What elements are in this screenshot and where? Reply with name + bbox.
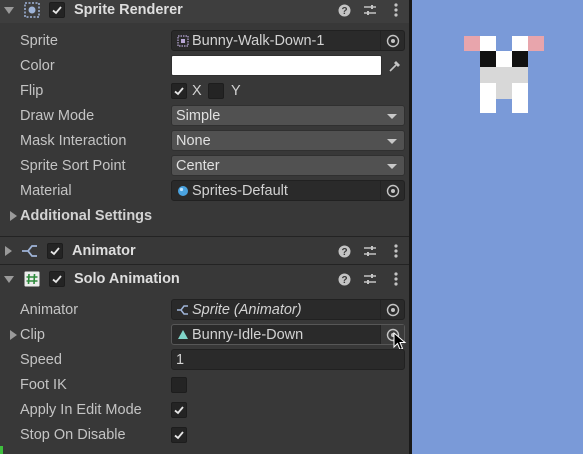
additional-settings-row[interactable]: Additional Settings (0, 203, 409, 228)
sprite-renderer-enabled-checkbox[interactable] (49, 2, 65, 18)
animator-title: Animator (72, 243, 136, 259)
sort-point-label: Sprite Sort Point (20, 157, 126, 174)
apply-edit-label: Apply In Edit Mode (20, 401, 142, 418)
object-picker-icon[interactable] (380, 31, 404, 50)
mask-interaction-row: Mask Interaction None (0, 128, 409, 153)
object-picker-icon[interactable] (380, 181, 404, 200)
divider (0, 264, 409, 265)
more-menu-icon[interactable] (389, 244, 403, 258)
stop-disable-row: Stop On Disable (0, 422, 409, 447)
flip-row: Flip X Y (0, 78, 409, 103)
clip-label: Clip (20, 326, 45, 343)
clip-field[interactable]: Bunny-Idle-Down (171, 324, 405, 345)
dropdown-arrow-icon (387, 114, 397, 119)
mask-interaction-dropdown[interactable]: None (171, 130, 405, 151)
sprite-renderer-header[interactable]: Sprite Renderer ? (0, 0, 409, 23)
solo-animator-label: Animator (20, 301, 79, 318)
presets-icon[interactable] (363, 244, 377, 258)
color-row: Color (0, 53, 409, 78)
foot-ik-label: Foot IK (20, 376, 67, 393)
flip-label: Flip (20, 82, 44, 99)
material-asset-icon (176, 184, 189, 197)
divider (0, 236, 409, 237)
clip-row: Clip Bunny-Idle-Down (0, 322, 409, 351)
speed-input[interactable]: 1 (171, 349, 405, 370)
additional-settings-label: Additional Settings (20, 207, 153, 224)
foldout-arrow-icon[interactable] (10, 210, 17, 221)
material-field[interactable]: Sprites-Default (171, 180, 405, 201)
foot-ik-checkbox[interactable] (171, 376, 187, 393)
apply-edit-checkbox[interactable] (171, 401, 187, 418)
flip-y-label: Y (231, 82, 241, 99)
scene-view[interactable] (412, 0, 583, 454)
flip-x-label: X (192, 82, 202, 99)
sprite-renderer-title: Sprite Renderer (74, 2, 183, 18)
help-icon[interactable]: ? (337, 272, 351, 286)
sprite-value: Bunny-Walk-Down-1 (192, 32, 325, 49)
solo-animation-header[interactable]: Solo Animation ? (0, 266, 409, 292)
sort-point-value: Center (176, 157, 220, 174)
eyedropper-icon[interactable] (385, 55, 405, 76)
dropdown-arrow-icon (387, 139, 397, 144)
material-label: Material (20, 182, 72, 199)
sort-point-row: Sprite Sort Point Center (0, 153, 409, 178)
speed-label: Speed (20, 351, 62, 368)
animation-clip-icon (176, 328, 189, 341)
mask-interaction-value: None (176, 132, 211, 149)
more-menu-icon[interactable] (389, 3, 403, 17)
svg-text:?: ? (341, 247, 347, 258)
clip-value: Bunny-Idle-Down (192, 326, 304, 343)
status-indicator (0, 446, 3, 454)
sprite-row: Sprite Bunny-Walk-Down-1 (0, 28, 409, 53)
svg-text:?: ? (341, 6, 347, 17)
object-picker-icon[interactable] (380, 300, 404, 319)
animator-ref-icon (176, 303, 189, 316)
color-swatch[interactable] (171, 55, 382, 76)
color-label: Color (20, 57, 55, 74)
solo-animation-enabled-checkbox[interactable] (49, 271, 65, 287)
script-icon (23, 270, 41, 288)
solo-animator-field[interactable]: Sprite (Animator) (171, 299, 405, 320)
solo-animation-title: Solo Animation (74, 271, 180, 287)
foldout-arrow-icon[interactable] (5, 246, 12, 256)
animator-icon (21, 242, 39, 260)
draw-mode-label: Draw Mode (20, 107, 95, 124)
foldout-arrow-icon[interactable] (4, 6, 14, 14)
apply-edit-row: Apply In Edit Mode (0, 397, 409, 422)
help-icon[interactable]: ? (337, 3, 351, 17)
foot-ik-row: Foot IK (0, 372, 409, 397)
presets-icon[interactable] (363, 3, 377, 17)
sprite-renderer-icon (23, 1, 41, 19)
animator-header[interactable]: Animator ? (0, 238, 409, 264)
bunny-sprite (464, 36, 544, 113)
material-value: Sprites-Default (192, 182, 288, 199)
flip-x-checkbox[interactable] (171, 82, 187, 99)
sprite-label: Sprite (20, 32, 58, 49)
animator-enabled-checkbox[interactable] (47, 243, 63, 259)
solo-animator-row: Animator Sprite (Animator) (0, 297, 409, 322)
stop-disable-label: Stop On Disable (20, 426, 126, 443)
mask-interaction-label: Mask Interaction (20, 132, 127, 149)
sprite-field[interactable]: Bunny-Walk-Down-1 (171, 30, 405, 51)
presets-icon[interactable] (363, 272, 377, 286)
draw-mode-value: Simple (176, 107, 221, 124)
dropdown-arrow-icon (387, 164, 397, 169)
speed-row: Speed 1 (0, 347, 409, 372)
sort-point-dropdown[interactable]: Center (171, 155, 405, 176)
solo-animator-value: Sprite (Animator) (192, 301, 302, 318)
material-row: Material Sprites-Default (0, 178, 409, 203)
draw-mode-dropdown[interactable]: Simple (171, 105, 405, 126)
stop-disable-checkbox[interactable] (171, 426, 187, 443)
foldout-arrow-icon[interactable] (10, 329, 17, 340)
help-icon[interactable]: ? (337, 244, 351, 258)
flip-y-checkbox[interactable] (208, 82, 224, 99)
sprite-asset-icon (176, 34, 189, 47)
svg-text:?: ? (341, 275, 347, 286)
foldout-arrow-icon[interactable] (4, 275, 14, 283)
speed-value: 1 (176, 351, 185, 368)
inspector-panel: Sprite Renderer ? Sprite Bunny-Walk-Down… (0, 0, 409, 454)
draw-mode-row: Draw Mode Simple (0, 103, 409, 128)
more-menu-icon[interactable] (389, 272, 403, 286)
